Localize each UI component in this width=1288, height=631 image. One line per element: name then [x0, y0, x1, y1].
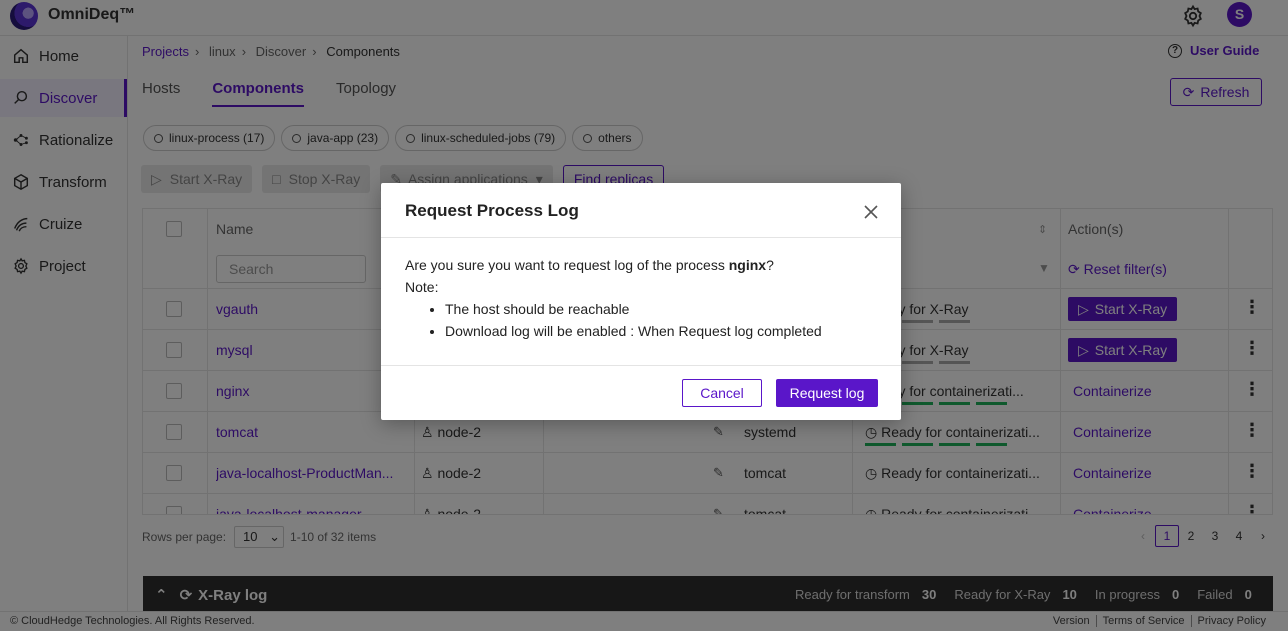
cancel-button[interactable]: Cancel: [682, 379, 762, 407]
process-name: nginx: [728, 257, 767, 273]
dialog-divider: [381, 237, 901, 238]
note-label: Note:: [405, 279, 439, 295]
note-item: The host should be reachable: [445, 298, 822, 320]
dialog-title: Request Process Log: [405, 201, 579, 220]
note-item: Download log will be enabled : When Requ…: [445, 320, 822, 342]
question-text: Are you sure you want to request log of …: [405, 257, 729, 273]
note-list: The host should be reachable Download lo…: [445, 298, 822, 342]
dialog-divider: [381, 365, 901, 366]
request-log-button[interactable]: Request log: [776, 379, 878, 407]
dialog-question: Are you sure you want to request log of …: [405, 254, 822, 276]
request-log-dialog: Request Process Log Are you sure you wan…: [381, 183, 901, 420]
dialog-body: Are you sure you want to request log of …: [405, 254, 822, 342]
question-suffix: ?: [766, 257, 774, 273]
close-icon[interactable]: [863, 204, 879, 220]
